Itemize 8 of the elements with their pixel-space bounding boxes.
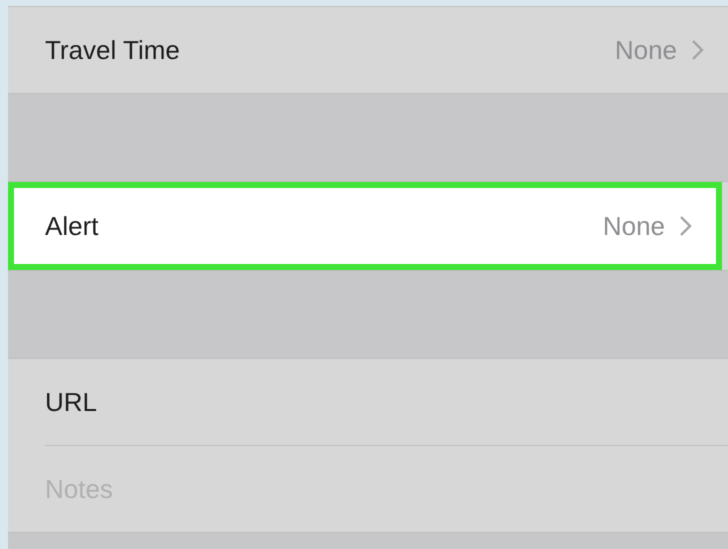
settings-row[interactable]: Alert None — [8, 182, 722, 270]
row-label: Alert — [45, 210, 100, 242]
chevron-right-icon — [679, 215, 692, 237]
chevron-right-icon — [691, 39, 704, 61]
row-label: Travel Time — [45, 34, 181, 66]
row-value: None — [614, 34, 677, 66]
row-value: None — [602, 210, 665, 242]
row-label: URL — [45, 386, 98, 418]
